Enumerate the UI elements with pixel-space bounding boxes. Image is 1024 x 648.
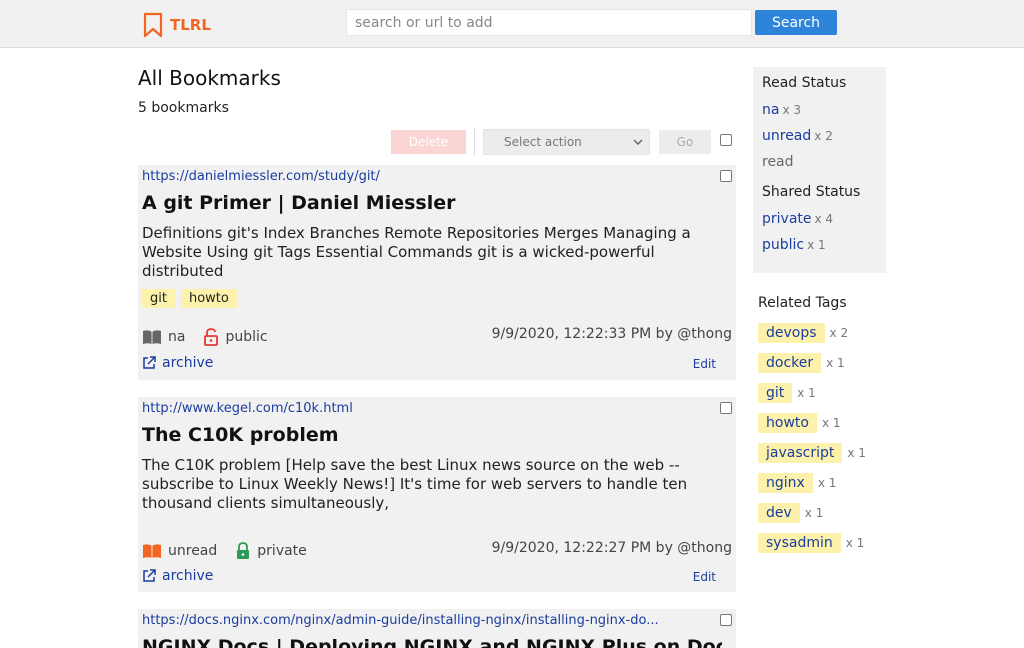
bookmark-checkbox[interactable]: [720, 402, 732, 414]
related-tag[interactable]: dev: [758, 503, 800, 523]
bookmark-title[interactable]: A git Primer | Daniel Miessler: [142, 192, 722, 214]
filter-read-status-unread[interactable]: unread x 2: [762, 123, 877, 149]
related-tag-item: javascript x 1: [758, 438, 866, 468]
related-tag[interactable]: howto: [758, 413, 817, 433]
select-all-checkbox[interactable]: [720, 134, 732, 146]
related-tag-item: dev x 1: [758, 498, 866, 528]
logo[interactable]: TLRL: [142, 12, 211, 38]
bookmark-description: Definitions git's Index Branches Remote …: [142, 224, 691, 280]
bookmark-title[interactable]: The C10K problem: [142, 424, 722, 446]
related-tag-count: x 1: [797, 386, 816, 400]
shared-status[interactable]: private: [257, 543, 307, 559]
bookmark-card: https://docs.nginx.com/nginx/admin-guide…: [138, 609, 736, 648]
action-select[interactable]: Select action: [483, 129, 650, 155]
archive-label: archive: [162, 355, 214, 371]
go-button[interactable]: Go: [659, 130, 711, 154]
related-tag-item: git x 1: [758, 378, 866, 408]
toolbar-divider: [474, 128, 475, 156]
related-tag[interactable]: git: [758, 383, 793, 403]
shared-status-heading: Shared Status: [762, 184, 861, 200]
related-tag[interactable]: nginx: [758, 473, 813, 493]
related-tag-count: x 2: [829, 326, 849, 340]
bookmark-count: 5 bookmarks: [138, 100, 229, 116]
top-bar: TLRL Search: [0, 0, 1024, 48]
external-link-icon: [143, 569, 156, 582]
related-tag-count: x 1: [817, 476, 837, 490]
related-tag-count: x 1: [847, 446, 866, 460]
lock-icon[interactable]: [235, 542, 251, 560]
filter-shared-status-private[interactable]: private x 4: [762, 206, 877, 232]
related-tag-count: x 1: [821, 416, 841, 430]
related-tag-item: docker x 1: [758, 348, 866, 378]
related-tag-count: x 1: [804, 506, 824, 520]
bookmark-card: https://danielmiessler.com/study/git/ A …: [138, 165, 736, 380]
read-status[interactable]: unread: [168, 543, 217, 559]
edit-link[interactable]: Edit: [693, 570, 716, 584]
edit-link[interactable]: Edit: [693, 357, 716, 371]
archive-label: archive: [162, 568, 214, 584]
related-tag[interactable]: sysadmin: [758, 533, 841, 553]
bookmark-title[interactable]: NGINX Docs | Deploying NGINX and NGINX P…: [142, 636, 722, 648]
filter-read-status-na[interactable]: na x 3: [762, 97, 877, 123]
book-icon[interactable]: [142, 329, 162, 345]
related-tag-item: sysadmin x 1: [758, 528, 866, 558]
tag[interactable]: git: [142, 289, 175, 308]
bookmark-card: http://www.kegel.com/c10k.html The C10K …: [138, 397, 736, 592]
bookmark-timestamp: 9/9/2020, 12:22:33 PM by @thong: [491, 326, 732, 342]
bookmark-status: unread private: [142, 542, 307, 560]
bookmark-status: na public: [142, 328, 268, 346]
related-tag-count: x 1: [845, 536, 865, 550]
unlocked-icon[interactable]: [203, 328, 219, 346]
chevron-down-icon: [633, 139, 643, 146]
bookmark-url[interactable]: http://www.kegel.com/c10k.html: [142, 401, 702, 416]
bookmark-checkbox[interactable]: [720, 614, 732, 626]
book-icon[interactable]: [142, 543, 162, 559]
related-tag[interactable]: devops: [758, 323, 825, 343]
filter-shared-status-public[interactable]: public x 1: [762, 232, 877, 258]
tag[interactable]: howto: [180, 289, 237, 308]
related-tag-item: nginx x 1: [758, 468, 866, 498]
bookmark-tags: git howto: [142, 289, 237, 308]
related-tags-list: devops x 2 docker x 1 git x 1 howto x 1 java…: [758, 318, 866, 558]
related-tag[interactable]: docker: [758, 353, 822, 373]
related-tag[interactable]: javascript: [758, 443, 843, 463]
search-input[interactable]: [346, 9, 752, 36]
page-title: All Bookmarks: [138, 66, 281, 90]
shared-status[interactable]: public: [225, 329, 267, 345]
related-tag-item: devops x 2: [758, 318, 866, 348]
related-tags-heading: Related Tags: [758, 295, 847, 311]
read-status-heading: Read Status: [762, 75, 847, 91]
action-select-value: Select action: [504, 135, 582, 149]
related-tag-count: x 1: [826, 356, 845, 370]
search-button[interactable]: Search: [755, 10, 837, 35]
archive-link[interactable]: archive: [142, 355, 213, 371]
bookmark-timestamp: 9/9/2020, 12:22:27 PM by @thong: [491, 540, 732, 556]
filter-read-status-read: read: [762, 154, 794, 170]
read-status[interactable]: na: [168, 329, 185, 345]
external-link-icon: [143, 356, 156, 369]
archive-link[interactable]: archive: [142, 568, 213, 584]
bookmark-description: The C10K problem [Help save the best Lin…: [142, 456, 688, 512]
related-tag-item: howto x 1: [758, 408, 866, 438]
bookmark-url[interactable]: https://danielmiessler.com/study/git/: [142, 169, 702, 184]
bookmark-checkbox[interactable]: [720, 170, 732, 182]
filter-panel: Read Status na x 3 unread x 2 read Shared …: [753, 67, 886, 273]
delete-button[interactable]: Delete: [391, 130, 466, 154]
bookmark-icon: [143, 12, 163, 38]
logo-text: TLRL: [170, 16, 211, 34]
bookmark-url[interactable]: https://docs.nginx.com/nginx/admin-guide…: [142, 613, 702, 628]
